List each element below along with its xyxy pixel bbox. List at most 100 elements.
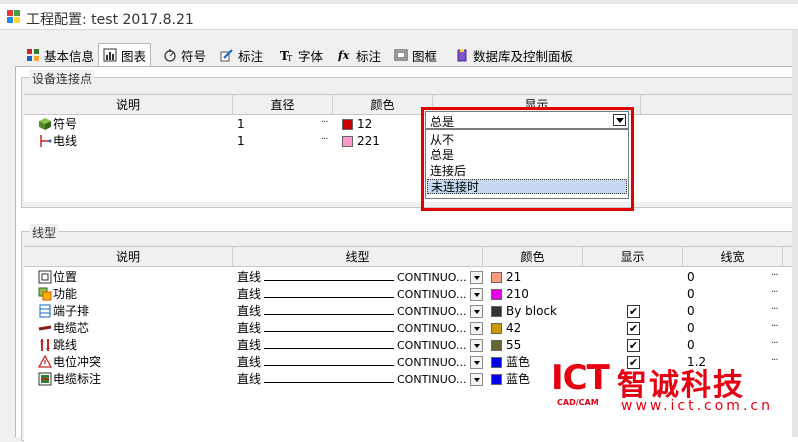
table-row[interactable]: 电线 1 ··· 221 xyxy=(24,133,798,150)
diameter-browse-button[interactable]: ··· xyxy=(321,116,328,129)
header-display[interactable]: 显示 xyxy=(583,247,683,267)
annotation-icon xyxy=(220,49,233,62)
row-linetype-code[interactable]: CONTINUO... xyxy=(397,371,467,388)
header-linetype[interactable]: 线型 xyxy=(233,247,483,267)
color-swatch[interactable] xyxy=(342,119,353,130)
linetype-dropdown-button[interactable] xyxy=(470,339,483,352)
tab-label: 图框 xyxy=(412,48,438,64)
color-swatch[interactable] xyxy=(491,340,502,351)
frame-icon xyxy=(394,49,408,61)
jumper-icon xyxy=(40,339,50,351)
color-swatch[interactable] xyxy=(342,136,353,147)
row-color[interactable]: 蓝色 xyxy=(506,354,530,371)
row-linetype-name: 直线 xyxy=(237,270,262,284)
color-swatch[interactable] xyxy=(491,323,502,334)
table-row[interactable]: 位置 直线 CONTINUO... 21 0 ··· xyxy=(24,269,798,286)
header-color[interactable]: 颜色 xyxy=(483,247,583,267)
linetype-dropdown-button[interactable] xyxy=(470,322,483,335)
width-browse-button[interactable]: ··· xyxy=(771,337,778,350)
display-checkbox[interactable]: ✔ xyxy=(627,339,640,352)
row-desc: 端子排 xyxy=(53,304,90,318)
linetype-dropdown-button[interactable] xyxy=(470,271,483,284)
color-swatch[interactable] xyxy=(491,289,502,300)
row-linetype-name: 直线 xyxy=(237,355,262,369)
row-color[interactable]: 221 xyxy=(357,133,380,150)
row-desc: 电线 xyxy=(53,134,78,148)
linetype-dropdown-button[interactable] xyxy=(470,305,483,318)
width-browse-button[interactable]: ··· xyxy=(771,269,778,282)
row-width[interactable]: 0 xyxy=(687,303,695,320)
linetype-dropdown-button[interactable] xyxy=(470,356,483,369)
header-color[interactable]: 颜色 xyxy=(333,95,433,115)
row-linetype-code[interactable]: CONTINUO... xyxy=(397,269,467,286)
tab-label: 字体 xyxy=(298,48,324,64)
width-browse-button[interactable]: ··· xyxy=(771,303,778,316)
table-row[interactable]: 符号 1 ··· 12 xyxy=(24,116,798,133)
header-desc[interactable]: 说明 xyxy=(24,247,233,267)
row-width[interactable]: 0 xyxy=(687,337,695,354)
cable-core-icon xyxy=(38,325,52,331)
row-color[interactable]: 42 xyxy=(506,320,521,337)
database-icon xyxy=(457,49,467,62)
row-linetype-code[interactable]: CONTINUO... xyxy=(397,354,467,371)
row-diameter[interactable]: 1 xyxy=(237,116,245,133)
title-strip xyxy=(0,0,798,4)
table-row[interactable]: 跳线 直线 CONTINUO... 55 ✔ 0 ··· xyxy=(24,337,798,354)
tab-symbol[interactable]: 符号 xyxy=(159,44,210,66)
fx-annotation-icon: fx xyxy=(338,49,350,62)
tab-annotation[interactable]: 标注 xyxy=(216,44,267,66)
table-row[interactable]: 端子排 直线 CONTINUO... By block ✔ 0 ··· xyxy=(24,303,798,320)
diameter-browse-button[interactable]: ··· xyxy=(321,133,328,146)
tab-fx-annotation[interactable]: fx 标注 xyxy=(334,44,385,66)
tab-frame[interactable]: 图框 xyxy=(390,44,441,66)
tab-label: 图表 xyxy=(121,48,147,64)
color-swatch[interactable] xyxy=(491,272,502,283)
row-linetype-code[interactable]: CONTINUO... xyxy=(397,337,467,354)
row-color[interactable]: 12 xyxy=(357,116,372,133)
linetype-dropdown-button[interactable] xyxy=(470,373,483,386)
connection-points-label: 设备连接点 xyxy=(30,70,95,87)
row-width[interactable]: 0 xyxy=(687,269,695,286)
row-color[interactable]: 55 xyxy=(506,337,521,354)
right-scrollbar[interactable] xyxy=(792,30,798,437)
row-width[interactable]: 0 xyxy=(687,320,695,337)
tab-basic-info[interactable]: 基本信息 xyxy=(22,44,98,66)
watermark-sub: CAD/CAM xyxy=(557,398,599,407)
color-swatch[interactable] xyxy=(491,306,502,317)
symbol-icon xyxy=(164,49,176,62)
header-width[interactable]: 线宽 xyxy=(683,247,783,267)
row-width[interactable]: 0 xyxy=(687,286,695,303)
display-checkbox[interactable]: ✔ xyxy=(627,322,640,335)
row-color[interactable]: 蓝色 xyxy=(506,371,530,388)
row-linetype-code[interactable]: CONTINUO... xyxy=(397,320,467,337)
display-checkbox[interactable]: ✔ xyxy=(627,305,640,318)
linetype-preview xyxy=(264,297,394,298)
row-diameter[interactable]: 1 xyxy=(237,133,245,150)
width-browse-button[interactable]: ··· xyxy=(771,320,778,333)
tab-database[interactable]: 数据库及控制面板 xyxy=(451,44,577,66)
table-row[interactable]: 电缆芯 直线 CONTINUO... 42 ✔ 0 ··· xyxy=(24,320,798,337)
row-linetype-name: 直线 xyxy=(237,304,262,318)
width-browse-button[interactable]: ··· xyxy=(771,286,778,299)
row-desc: 电缆标注 xyxy=(53,372,102,386)
header-diameter[interactable]: 直径 xyxy=(233,95,333,115)
row-linetype-code[interactable]: CONTINUO... xyxy=(397,303,467,320)
table-row[interactable]: 功能 直线 CONTINUO... 210 0 ··· xyxy=(24,286,798,303)
watermark-logo: ICT CAD/CAM 智诚科技 www.ict.com.cn xyxy=(551,358,791,416)
row-linetype-name: 直线 xyxy=(237,338,262,352)
tab-font[interactable]: TT 字体 xyxy=(276,44,327,66)
row-linetype-code[interactable]: CONTINUO... xyxy=(397,286,467,303)
linetype-preview xyxy=(264,382,394,383)
color-swatch[interactable] xyxy=(491,357,502,368)
row-color[interactable]: 21 xyxy=(506,269,521,286)
color-swatch[interactable] xyxy=(491,374,502,385)
tab-chart[interactable]: 图表 xyxy=(98,43,152,66)
header-desc[interactable]: 说明 xyxy=(24,95,233,115)
font-icon: TT xyxy=(280,49,293,62)
tab-label: 数据库及控制面板 xyxy=(473,48,574,64)
row-color[interactable]: By block xyxy=(506,303,557,320)
symbol-cube-icon xyxy=(39,118,51,130)
connection-points-group: 设备连接点 说明 直径 颜色 显示 符号 1 ··· 12 电线 1 ··· 2… xyxy=(21,70,798,208)
linetype-dropdown-button[interactable] xyxy=(470,288,483,301)
row-color[interactable]: 210 xyxy=(506,286,529,303)
